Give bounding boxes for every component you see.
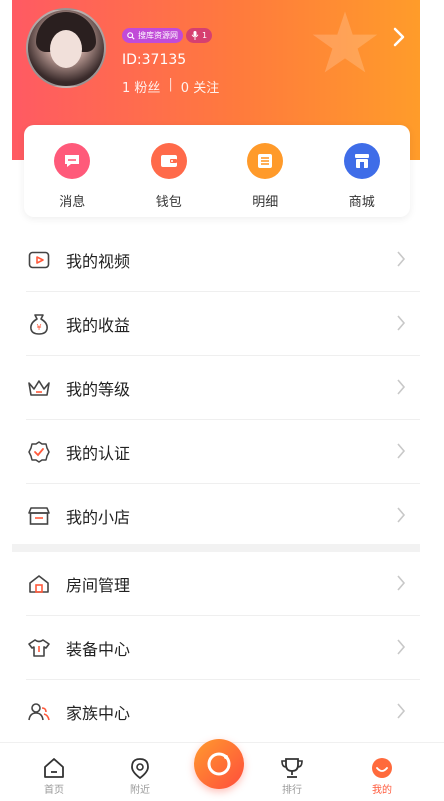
house-icon [26,571,52,597]
quick-action-wallet[interactable]: 钱包 [134,125,204,210]
menu-item-room-management[interactable]: 房间管理 [12,552,420,616]
live-start-button[interactable] [194,739,244,789]
menu-item-label: 家族中心 [66,704,131,723]
chevron-right-icon [397,507,406,523]
tab-label: 附近 [130,785,150,796]
store-icon [343,143,380,179]
tab-mine[interactable]: 我的 [352,757,412,796]
menu-item-label: 我的视频 [66,252,131,271]
star-decoration-icon [312,11,378,73]
tab-nearby[interactable]: 附近 [110,757,170,796]
menu-group-secondary: 房间管理 装备中心 家族中心 [12,552,420,744]
stats-separator: | [168,77,173,92]
user-badges: 搜库资源网 1 [122,28,213,43]
microphone-icon [191,31,199,40]
quick-action-label: 商城 [348,195,375,210]
quick-action-store[interactable]: 商城 [327,125,397,210]
video-icon [26,247,52,273]
menu-item-label: 我的认证 [66,444,131,463]
nickname-text: 搜库资源网 [138,31,178,40]
following-count[interactable]: 0 关注 [181,77,219,96]
trophy-icon [281,758,303,778]
chevron-right-icon [397,443,406,459]
camera-lens-icon [207,752,231,776]
family-icon [26,699,52,725]
level-number: 1 [202,31,208,40]
money-bag-icon: ¥ [26,311,52,337]
tab-ranking[interactable]: 排行 [262,757,322,796]
search-icon [127,31,135,40]
crown-icon [26,375,52,401]
menu-item-my-certification[interactable]: 我的认证 [12,420,420,484]
svg-text:¥: ¥ [36,323,41,332]
nickname-badge: 搜库资源网 [122,28,183,43]
menu-item-label: 我的收益 [66,316,131,335]
certified-icon [26,439,52,465]
menu-item-family-center[interactable]: 家族中心 [12,680,420,744]
smile-face-icon [372,758,392,778]
menu-item-my-shop[interactable]: 我的小店 [12,484,420,548]
quick-action-label: 明细 [252,195,279,210]
quick-action-label: 消息 [59,195,86,210]
chevron-right-icon [397,575,406,591]
shirt-icon [26,635,52,661]
menu-item-label: 我的小店 [66,508,131,527]
bottom-nav: 首页 附近 排行 我的 [0,739,444,801]
section-divider [12,544,420,552]
chevron-right-icon[interactable] [392,26,406,48]
menu-item-my-videos[interactable]: 我的视频 [12,228,420,292]
menu-item-label: 房间管理 [66,576,131,595]
chevron-right-icon [397,639,406,655]
tab-label: 我的 [372,785,392,796]
fans-count[interactable]: 1 粉丝 [122,77,160,96]
tab-label: 首页 [44,785,64,796]
quick-action-label: 钱包 [155,195,182,210]
tab-home[interactable]: 首页 [24,757,84,796]
menu-group-primary: 我的视频 ¥ 我的收益 我的等级 我的认证 我的小店 [12,228,420,548]
tab-label: 排行 [282,785,302,796]
avatar[interactable] [26,8,106,88]
chevron-right-icon [397,379,406,395]
follow-stats: 1 粉丝 | 0 关注 [122,77,219,96]
chevron-right-icon [397,251,406,267]
shop-icon [26,503,52,529]
home-icon [44,758,64,778]
menu-item-my-earnings[interactable]: ¥ 我的收益 [12,292,420,356]
list-icon [247,143,284,179]
user-id: ID:37135 [122,52,187,68]
menu-item-label: 装备中心 [66,640,131,659]
chevron-right-icon [397,703,406,719]
location-pin-icon [131,758,149,779]
wallet-icon [150,143,187,179]
chevron-right-icon [397,315,406,331]
menu-item-label: 我的等级 [66,380,131,399]
quick-action-message[interactable]: 消息 [37,125,107,210]
quick-actions: 消息 钱包 明细 商城 [24,125,410,217]
menu-item-equipment-center[interactable]: 装备中心 [12,616,420,680]
quick-action-details[interactable]: 明细 [230,125,300,210]
level-badge: 1 [186,28,213,43]
menu-item-my-level[interactable]: 我的等级 [12,356,420,420]
message-icon [54,143,91,179]
